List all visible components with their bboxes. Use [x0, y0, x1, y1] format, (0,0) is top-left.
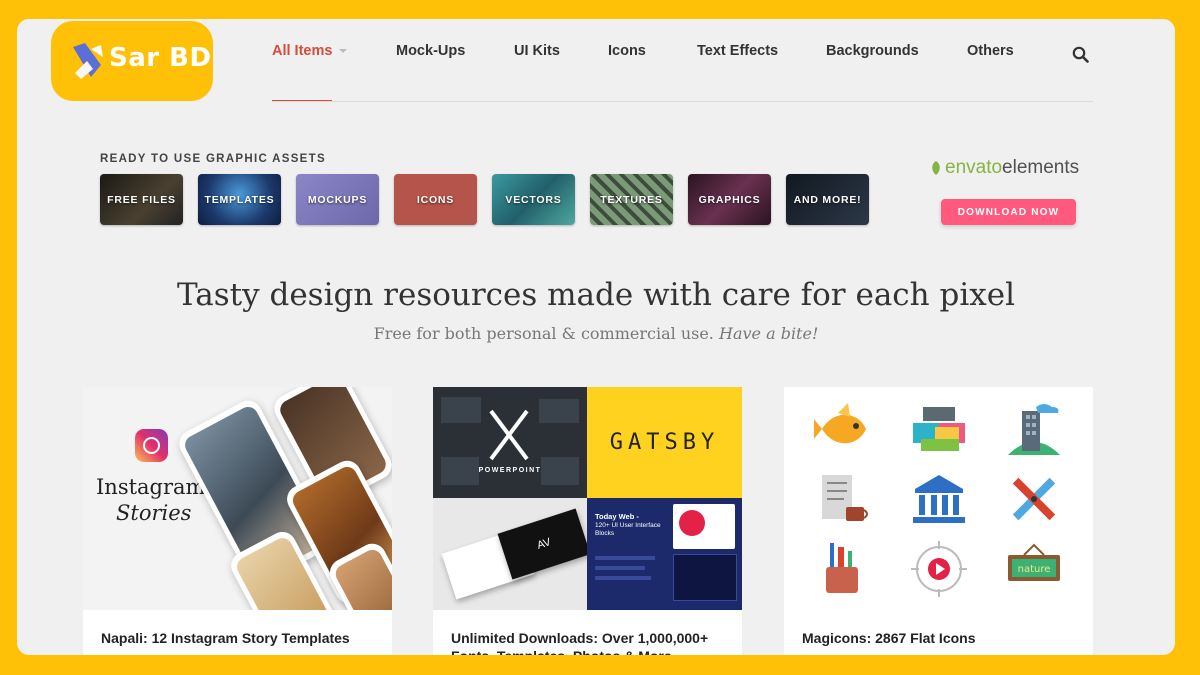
card-instagram-stories[interactable]: Instagram Stories Napali: 12 Instagram S…	[83, 387, 392, 655]
logo-mark-icon	[73, 43, 103, 79]
bank-icon	[913, 475, 965, 523]
web-ui-preview: Today Web - 120+ UI User Interface Block…	[587, 498, 742, 610]
nav-item-mock-ups[interactable]: Mock-Ups	[396, 43, 465, 59]
card-title[interactable]: Magicons: 2867 Flat Icons	[802, 629, 1082, 647]
nav-item-text-effects[interactable]: Text Effects	[697, 43, 778, 59]
nav-item-others[interactable]: Others	[967, 43, 1014, 59]
card-image: nature	[784, 387, 1093, 610]
business-card-preview: AV	[433, 498, 591, 610]
boxes-icon	[913, 407, 965, 451]
building-icon	[1008, 404, 1060, 455]
card-image: POWERPOINT GATSBY AV Today Web - 120+ UI…	[433, 387, 742, 610]
assets-heading: READY TO USE GRAPHIC ASSETS	[100, 153, 326, 165]
nav-item-ui-kits[interactable]: UI Kits	[514, 43, 560, 59]
x-logo-icon	[441, 397, 579, 485]
nav-divider	[272, 101, 1093, 102]
card-image: Instagram Stories	[83, 387, 392, 610]
chevron-down-icon	[339, 49, 348, 54]
powerpoint-label: POWERPOINT	[478, 467, 542, 474]
tile-graphics[interactable]: GRAPHICS	[688, 174, 771, 225]
card-image-title: Instagram	[96, 475, 206, 499]
nav-item-all-items[interactable]: All Items	[272, 43, 348, 59]
pencil-cup-icon	[826, 543, 858, 593]
tile-free-files[interactable]: FREE FILES	[100, 174, 183, 225]
document-coffee-icon	[822, 475, 868, 521]
card-title[interactable]: Unlimited Downloads: Over 1,000,000+ Fon…	[451, 629, 731, 655]
gatsby-preview: GATSBY	[587, 387, 742, 498]
card-title[interactable]: Napali: 12 Instagram Story Templates	[101, 629, 381, 647]
download-now-button[interactable]: DOWNLOAD NOW	[941, 199, 1076, 225]
page-frame: All Items Mock-Ups UI Kits Icons Text Ef…	[17, 19, 1175, 655]
nav-item-backgrounds[interactable]: Backgrounds	[826, 43, 919, 59]
tile-mockups[interactable]: MOCKUPS	[296, 174, 379, 225]
av-label: AV	[497, 508, 591, 580]
play-target-icon	[911, 541, 967, 597]
fish-icon	[814, 403, 866, 444]
pen-brush-icon	[1012, 477, 1056, 521]
nature-sign-label: nature	[1018, 564, 1051, 575]
tile-vectors[interactable]: VECTORS	[492, 174, 575, 225]
logo-text: Sar BD	[109, 43, 212, 73]
hero-headline: Tasty design resources made with care fo…	[177, 277, 1015, 313]
main-nav: All Items Mock-Ups UI Kits Icons Text Ef…	[272, 19, 1112, 101]
tile-textures[interactable]: TEXTURES	[590, 174, 673, 225]
envato-elements-logo[interactable]: envato elements	[930, 157, 1079, 179]
card-magicons[interactable]: nature Magicons: 2867 Flat Icons	[784, 387, 1093, 655]
leaf-icon	[932, 161, 940, 175]
instagram-icon	[135, 429, 168, 462]
tile-templates[interactable]: TEMPLATES	[198, 174, 281, 225]
card-unlimited-downloads[interactable]: POWERPOINT GATSBY AV Today Web - 120+ UI…	[433, 387, 742, 655]
tile-and-more[interactable]: AND MORE!	[786, 174, 869, 225]
nav-item-icons[interactable]: Icons	[608, 43, 646, 59]
powerpoint-preview: POWERPOINT	[433, 387, 587, 498]
tile-icons[interactable]: ICONS	[394, 174, 477, 225]
site-logo[interactable]: Sar BD	[51, 21, 213, 101]
search-icon[interactable]	[1072, 46, 1089, 63]
hero-subline: Free for both personal & commercial use.…	[373, 324, 819, 343]
card-image-subtitle: Stories	[116, 501, 192, 525]
nature-sign-icon: nature	[1008, 543, 1060, 581]
